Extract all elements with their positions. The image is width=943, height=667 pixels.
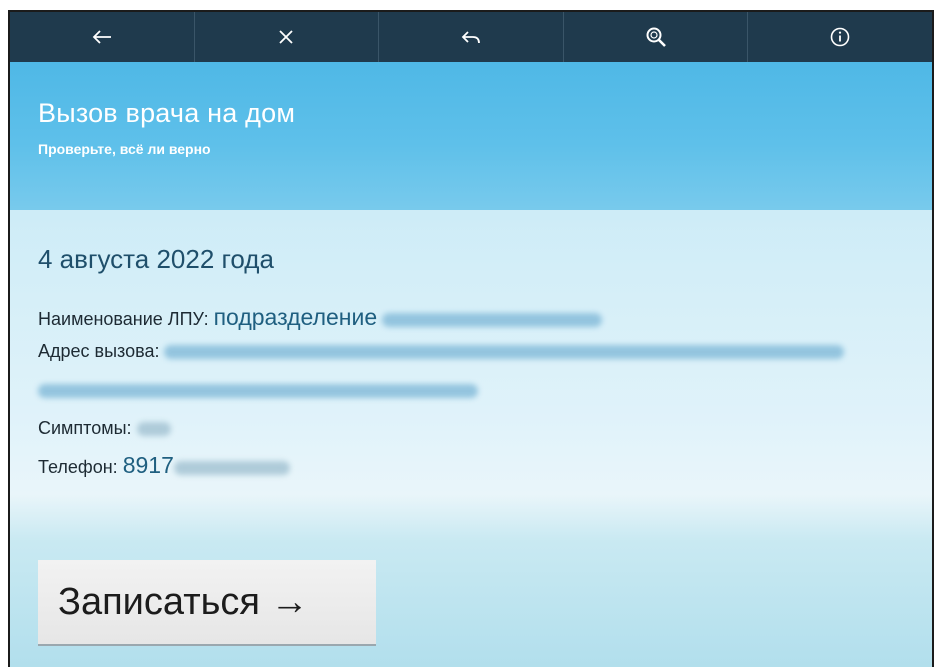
phone-value: 8917 [122, 452, 174, 478]
redacted-phone-digits [173, 461, 290, 476]
undo-icon [461, 29, 481, 45]
address-row-continued [38, 380, 478, 401]
search-icon [645, 26, 667, 48]
address-row: Адрес вызова: [38, 341, 845, 362]
lpu-row: Наименование ЛПУ: подразделение [38, 304, 603, 331]
back-button[interactable] [10, 12, 195, 62]
phone-row: Телефон: 8917 [38, 452, 290, 479]
lpu-value: подразделение [213, 304, 378, 330]
symptoms-label: Симптомы: [38, 418, 132, 438]
search-button[interactable] [564, 12, 749, 62]
top-toolbar [10, 12, 932, 62]
appointment-date: 4 августа 2022 года [38, 244, 274, 274]
page-header: Вызов врача на дом Проверьте, всё ли вер… [10, 62, 932, 210]
symptoms-row: Симптомы: [38, 418, 171, 439]
lpu-label: Наименование ЛПУ: [38, 309, 209, 329]
redacted-lpu-name [382, 313, 603, 328]
info-button[interactable] [748, 12, 932, 62]
page-subtitle: Проверьте, всё ли верно [38, 141, 211, 157]
address-label: Адрес вызова: [38, 341, 160, 361]
page-title: Вызов врача на дом [38, 98, 296, 128]
close-icon [278, 29, 294, 45]
redacted-symptoms [136, 422, 171, 437]
submit-button[interactable]: Записаться → [38, 560, 376, 646]
app-window: Вызов врача на дом Проверьте, всё ли вер… [8, 10, 934, 667]
redacted-address-line1 [164, 345, 845, 360]
undo-button[interactable] [379, 12, 564, 62]
info-icon [830, 27, 850, 47]
close-button[interactable] [195, 12, 380, 62]
arrow-left-icon [92, 29, 112, 45]
details-panel: 4 августа 2022 года Наименование ЛПУ: по… [10, 210, 932, 667]
phone-label: Телефон: [38, 457, 118, 477]
redacted-address-line2 [38, 384, 478, 399]
